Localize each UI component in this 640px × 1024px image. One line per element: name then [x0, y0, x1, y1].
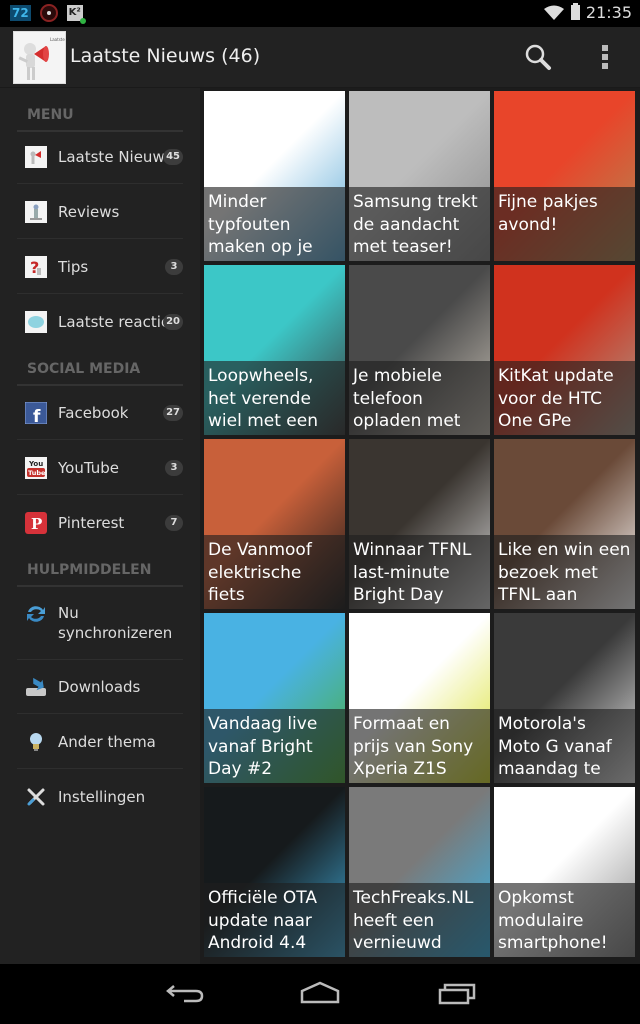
section-header-hulpmiddelen: HULPMIDDELEN: [17, 547, 183, 587]
svg-text:Tube: Tube: [28, 469, 46, 477]
megaphone-icon: [25, 145, 47, 168]
count-badge: 20: [163, 314, 183, 330]
drawer-item-sync[interactable]: Nu synchronizeren: [17, 587, 183, 660]
article-grid: Minder typfouten maken op je Samsung tre…: [200, 88, 640, 964]
recents-icon[interactable]: [436, 980, 480, 1008]
article-tile[interactable]: Fijne pakjes avond!: [494, 91, 635, 261]
article-tile[interactable]: Je mobiele telefoon opladen met: [349, 265, 490, 435]
drawer-item-label: Pinterest: [58, 514, 125, 532]
article-tile[interactable]: Minder typfouten maken op je: [204, 91, 345, 261]
drawer-item-label: Tips: [58, 257, 89, 276]
article-title: Vandaag live vanaf Bright Day #2: [204, 709, 345, 783]
article-tile[interactable]: Like en win een bezoek met TFNL aan: [494, 439, 635, 609]
article-tile[interactable]: De Vanmoof elektrische fiets: [204, 439, 345, 609]
article-title: Like en win een bezoek met TFNL aan: [494, 535, 635, 609]
app-logo[interactable]: Laatste Nieuws: [13, 31, 66, 84]
article-title: Officiële OTA update naar Android 4.4: [204, 883, 345, 957]
article-title: Samsung trekt de aandacht met teaser!: [349, 187, 490, 261]
article-tile[interactable]: Loopwheels, het verende wiel met een: [204, 265, 345, 435]
drawer-item-tips[interactable]: ? Tips 3: [17, 240, 183, 294]
drawer-item-label: Downloads: [58, 677, 141, 696]
k-app-icon: K²: [66, 5, 86, 24]
clock: 21:35: [585, 3, 632, 22]
article-title: Je mobiele telefoon opladen met: [349, 361, 490, 435]
article-title: Motorola's Moto G vanaf maandag te: [494, 709, 635, 783]
drawer-item-label: Ander thema: [58, 732, 156, 751]
article-tile[interactable]: Motorola's Moto G vanaf maandag te: [494, 613, 635, 783]
article-title: Loopwheels, het verende wiel met een: [204, 361, 345, 435]
drawer-item-youtube[interactable]: You Tube YouTube 3: [17, 441, 183, 495]
article-tile[interactable]: Opkomst modulaire smartphone!: [494, 787, 635, 957]
page-title: Laatste Nieuws (46): [70, 45, 261, 67]
article-tile[interactable]: Winnaar TFNL last-minute Bright Day: [349, 439, 490, 609]
article-title: KitKat update voor de HTC One GPe: [494, 361, 635, 435]
drawer-item-laatste-reacties[interactable]: Laatste reacties 20: [17, 295, 183, 349]
drawer-item-facebook[interactable]: f Facebook 27: [17, 386, 183, 440]
article-tile[interactable]: Formaat en prijs van Sony Xperia Z1S: [349, 613, 490, 783]
youtube-icon: You Tube: [25, 456, 47, 479]
article-tile[interactable]: Officiële OTA update naar Android 4.4: [204, 787, 345, 957]
pinterest-icon: P: [25, 512, 47, 534]
sync-icon: [27, 606, 45, 622]
svg-text:P: P: [31, 515, 42, 533]
svg-text:Laatste Nieuws: Laatste Nieuws: [50, 37, 66, 42]
drawer-item-instellingen[interactable]: Instellingen: [17, 770, 183, 824]
download-icon: [26, 677, 46, 696]
drawer-item-reviews[interactable]: Reviews: [17, 185, 183, 239]
wifi-icon: [543, 5, 564, 20]
back-icon[interactable]: [162, 980, 206, 1008]
article-tile[interactable]: KitKat update voor de HTC One GPe: [494, 265, 635, 435]
drawer-item-ander-thema[interactable]: Ander thema: [17, 715, 183, 769]
system-nav-bar: [0, 964, 640, 1024]
home-icon[interactable]: [298, 980, 342, 1008]
article-title: Winnaar TFNL last-minute Bright Day: [349, 535, 490, 609]
count-badge: 3: [165, 459, 183, 476]
count-badge: 3: [165, 258, 183, 275]
lightbulb-icon: [30, 732, 42, 751]
article-tile[interactable]: Vandaag live vanaf Bright Day #2: [204, 613, 345, 783]
article-title: Minder typfouten maken op je: [204, 187, 345, 261]
drawer-item-label: Laatste Nieuws: [58, 147, 168, 166]
article-title: Fijne pakjes avond!: [494, 187, 635, 261]
record-icon: [39, 4, 58, 22]
search-icon[interactable]: [524, 43, 552, 71]
speech-bubble-icon: [25, 311, 47, 333]
drawer-item-label: Laatste reacties: [58, 313, 168, 331]
count-badge: 27: [163, 404, 183, 421]
navigation-drawer: MENU Laatste Nieuws 45 Reviews ? Tips 3: [0, 88, 200, 964]
svg-text:f: f: [33, 407, 41, 424]
section-header-social-media: SOCIAL MEDIA: [17, 346, 183, 386]
count-badge: 7: [165, 515, 183, 531]
article-tile[interactable]: TechFreaks.NL heeft een vernieuwd: [349, 787, 490, 957]
article-title: De Vanmoof elektrische fiets: [204, 535, 345, 609]
article-title: Opkomst modulaire smartphone!: [494, 883, 635, 957]
megaphone-man-icon: Laatste Nieuws: [18, 37, 66, 80]
svg-text:You: You: [28, 460, 43, 468]
battery-icon: [570, 3, 580, 20]
article-title: Formaat en prijs van Sony Xperia Z1S: [349, 709, 490, 783]
facebook-icon: f: [25, 401, 47, 424]
overflow-menu-icon[interactable]: [598, 44, 612, 70]
question-icon: ?: [25, 255, 47, 278]
settings-tools-icon: [27, 788, 45, 806]
section-header-menu: MENU: [17, 92, 183, 132]
drawer-item-label: Nu synchronizeren: [58, 604, 173, 642]
reviews-icon: [25, 200, 47, 223]
count-badge: 45: [163, 148, 183, 165]
drawer-item-label: Instellingen: [58, 788, 146, 806]
drawer-item-pinterest[interactable]: P Pinterest 7: [17, 496, 183, 550]
temperature-icon: 72: [10, 5, 31, 21]
drawer-item-downloads[interactable]: Downloads: [17, 660, 183, 714]
status-bar: 72 K² 21:35: [0, 0, 640, 27]
drawer-item-laatste-nieuws[interactable]: Laatste Nieuws 45: [17, 130, 183, 184]
drawer-item-label: Facebook: [58, 403, 129, 422]
action-bar: Laatste Nieuws Laatste Nieuws (46): [0, 27, 640, 88]
article-tile[interactable]: Samsung trekt de aandacht met teaser!: [349, 91, 490, 261]
article-title: TechFreaks.NL heeft een vernieuwd: [349, 883, 490, 957]
drawer-item-label: YouTube: [58, 458, 119, 477]
drawer-item-label: Reviews: [58, 202, 120, 221]
